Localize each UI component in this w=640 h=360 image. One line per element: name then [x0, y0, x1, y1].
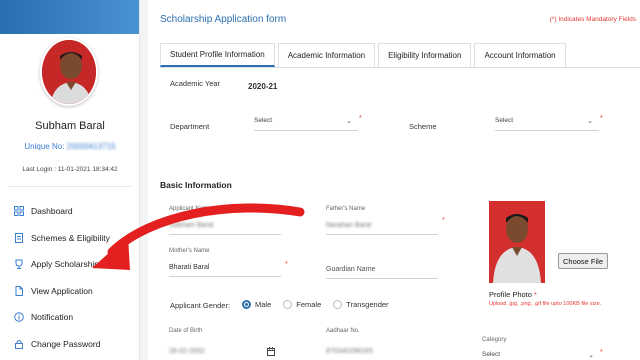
chevron-down-icon: ⌄: [588, 352, 594, 359]
sidebar-item-label: Notification: [31, 312, 74, 323]
gender-option-label: Female: [296, 300, 322, 309]
mother-name-label: Mother's Name: [169, 248, 210, 254]
sidebar-item-label: Apply Scholarship: [31, 259, 100, 270]
upload-note: Upload .jpg, .png, .gif file upto 100KB …: [489, 301, 602, 307]
required-star: *: [600, 349, 603, 356]
dob-label: Date of Birth: [169, 328, 203, 334]
profile-photo-label: Profile Photo *: [489, 290, 537, 299]
guardian-name-field[interactable]: Guardian Name: [326, 266, 375, 273]
grid-icon: [14, 206, 24, 217]
required-star: *: [285, 261, 288, 268]
scheme-label: Scheme: [409, 122, 437, 131]
chevron-down-icon: ⌄: [346, 118, 352, 125]
section-title: Basic Information: [160, 180, 232, 190]
sidebar-item-label: View Application: [31, 285, 93, 296]
last-login: Last Login : 11-01-2021 18:34:42: [22, 166, 118, 173]
academic-year-value: 2020-21: [248, 82, 278, 91]
mandatory-note: (*) Indicates Mandatory Fields: [550, 16, 636, 23]
mandatory-text: Indicates Mandatory Fields: [558, 16, 636, 23]
sidebar-item-schemes[interactable]: Schemes & Eligibility: [0, 225, 139, 252]
unique-value: 20000413715: [66, 142, 116, 151]
gender-option-label: Transgender: [346, 300, 389, 309]
file-icon: [14, 285, 24, 296]
tab-student-profile[interactable]: Student Profile Information: [160, 43, 275, 67]
calendar-icon[interactable]: [267, 347, 275, 356]
sidebar-item-label: Dashboard: [31, 206, 73, 217]
user-name: Subham Baral: [35, 120, 105, 132]
form-title: Scholarship Application form: [160, 14, 287, 25]
academic-year-label: Academic Year: [170, 79, 221, 88]
field-underline: [169, 276, 281, 277]
applicant-name-label: Applicant Name: [169, 206, 212, 212]
tabs-divider: [160, 67, 640, 68]
sidebar-item-label: Schemes & Eligibility: [31, 232, 110, 243]
radio-checked-icon: [242, 300, 251, 309]
aadhaar-field[interactable]: 870340298165: [326, 348, 373, 355]
mother-name-field[interactable]: Bharati Baral: [169, 264, 209, 271]
required-star: *: [442, 217, 445, 224]
avatar: [40, 38, 98, 106]
sidebar-item-view-application[interactable]: View Application: [0, 278, 139, 305]
gender-label: Applicant Gender:: [170, 301, 231, 310]
category-label: Category: [482, 337, 507, 343]
sidebar-item-apply-scholarship[interactable]: Apply Scholarship: [0, 251, 139, 278]
field-underline: [326, 278, 438, 279]
choose-file-button[interactable]: Choose File: [558, 253, 608, 269]
sidebar-item-dashboard[interactable]: Dashboard: [0, 198, 139, 225]
mandatory-star: (*): [549, 16, 557, 23]
department-select[interactable]: Select ⌄: [254, 117, 358, 131]
sidebar-divider: [8, 186, 131, 187]
profile-photo: [489, 201, 545, 283]
radio-icon: [283, 300, 293, 309]
scheme-select[interactable]: Select ⌄: [495, 117, 599, 131]
tab-eligibility[interactable]: Eligibility Information: [378, 43, 472, 67]
sidebar-item-label: Change Password: [31, 338, 101, 349]
main-content: Scholarship Application form (*) Indicat…: [148, 0, 640, 360]
tab-academic[interactable]: Academic Information: [277, 43, 376, 67]
dob-field[interactable]: 28-02-2002: [169, 348, 205, 355]
gender-radio-group: Male Female Transgender: [242, 300, 401, 309]
aadhaar-label: Aadhaar No.: [326, 328, 360, 334]
field-underline: [326, 234, 438, 235]
sidebar-nav: Dashboard Schemes & Eligibility Apply Sc…: [0, 198, 139, 358]
department-select-value: Select: [254, 117, 273, 124]
department-label: Department: [170, 122, 210, 131]
user-unique-number: Unique No: 20000413715: [0, 142, 139, 151]
info-icon: [14, 312, 24, 323]
profile-photo-label-text: Profile Photo: [489, 290, 532, 299]
page: Subham Baral Unique No: 20000413715 Last…: [0, 0, 640, 360]
avatar-image: [42, 40, 96, 104]
sidebar-item-change-password[interactable]: Change Password: [0, 331, 139, 358]
father-name-label: Father's Name: [326, 206, 366, 212]
gender-option-transgender[interactable]: Transgender: [333, 300, 389, 309]
radio-icon: [333, 300, 343, 309]
profile-photo-image: [489, 201, 545, 283]
form-tabs: Student Profile Information Academic Inf…: [160, 43, 569, 67]
field-underline: [169, 234, 281, 235]
sidebar-item-notification[interactable]: Notification: [0, 304, 139, 331]
required-star: *: [600, 115, 603, 122]
category-select[interactable]: Select ⌄: [482, 351, 600, 360]
tab-account[interactable]: Account Information: [474, 43, 566, 67]
sidebar: Subham Baral Unique No: 20000413715 Last…: [0, 0, 140, 360]
applicant-name-field[interactable]: Subham Baral: [169, 222, 213, 229]
document-icon: [14, 232, 24, 243]
lock-icon: [14, 339, 24, 349]
required-star: *: [531, 290, 537, 299]
category-select-value: Select: [482, 351, 501, 358]
trophy-icon: [14, 259, 24, 270]
required-star: *: [359, 115, 362, 122]
scheme-select-value: Select: [495, 117, 514, 124]
father-name-field[interactable]: Narahari Baral: [326, 222, 371, 229]
gender-option-male[interactable]: Male: [242, 300, 271, 309]
sidebar-banner: [0, 0, 139, 34]
unique-label: Unique No:: [24, 142, 65, 151]
chevron-down-icon: ⌄: [587, 118, 593, 125]
gender-option-female[interactable]: Female: [283, 300, 321, 309]
gender-option-label: Male: [255, 300, 272, 309]
